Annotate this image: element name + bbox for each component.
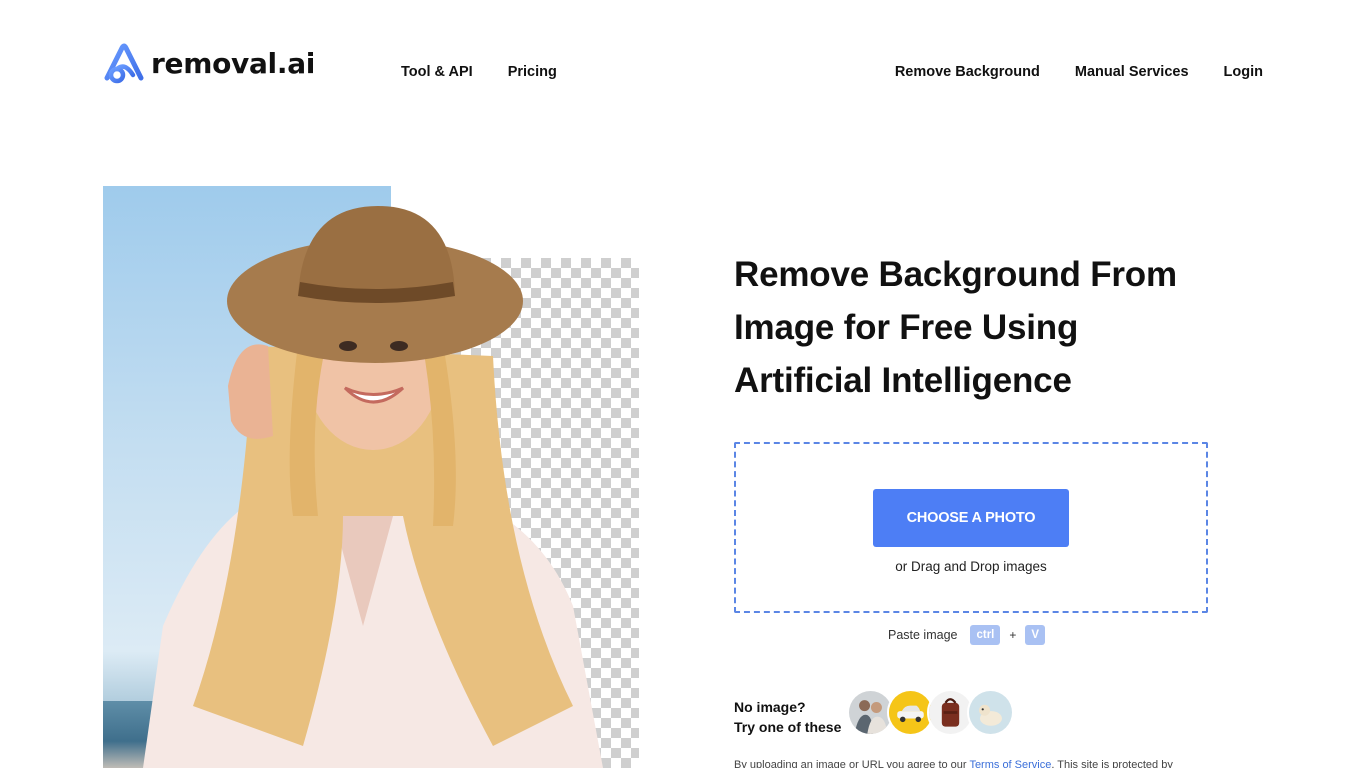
primary-nav: Tool & API Pricing	[401, 64, 557, 80]
paste-shortcut-hint: Paste image ctrl + V	[888, 625, 1046, 645]
hero-image	[103, 186, 639, 768]
nav-pricing-link[interactable]: Pricing	[508, 64, 557, 80]
removal-ai-logo-icon	[104, 43, 144, 84]
nav-remove-background-link[interactable]: Remove Background	[895, 64, 1040, 80]
v-key-badge: V	[1025, 625, 1046, 645]
sample-prompt-line-2: Try one of these	[734, 719, 842, 735]
sample-images	[847, 689, 1014, 736]
logo[interactable]: removal.ai	[103, 42, 315, 84]
legal-prefix: By uploading an image or URL you agree t…	[734, 759, 970, 768]
sample-prompt-line-1: No image?	[734, 699, 806, 715]
paste-label: Paste image	[888, 628, 958, 642]
nav-tool-api-link[interactable]: Tool & API	[401, 64, 473, 80]
secondary-nav: Remove Background Manual Services Login	[895, 64, 1263, 80]
page-headline: Remove Background From Image for Free Us…	[734, 248, 1234, 407]
terms-of-service-link[interactable]: Terms of Service	[969, 759, 1051, 768]
drag-drop-hint: or Drag and Drop images	[895, 559, 1047, 574]
legal-suffix: . This site is protected by	[1051, 759, 1173, 768]
sample-dog-icon[interactable]	[967, 689, 1014, 736]
headline-line-2: Image for Free Using	[734, 308, 1079, 347]
headline-line-1: Remove Background From	[734, 255, 1177, 294]
nav-login-link[interactable]: Login	[1224, 64, 1263, 80]
plus-sign: +	[1009, 628, 1017, 642]
upload-dropzone[interactable]: CHOOSE A PHOTO or Drag and Drop images	[734, 442, 1208, 613]
legal-notice: By uploading an image or URL you agree t…	[734, 759, 1173, 768]
nav-manual-services-link[interactable]: Manual Services	[1075, 64, 1189, 80]
ctrl-key-badge: ctrl	[970, 625, 1001, 645]
choose-photo-button[interactable]: CHOOSE A PHOTO	[873, 489, 1069, 547]
logo-text: removal.ai	[151, 46, 316, 80]
sample-prompt: No image? Try one of these	[734, 697, 841, 737]
headline-line-3: Artificial Intelligence	[734, 361, 1072, 400]
woman-photo-illustration	[143, 206, 603, 768]
